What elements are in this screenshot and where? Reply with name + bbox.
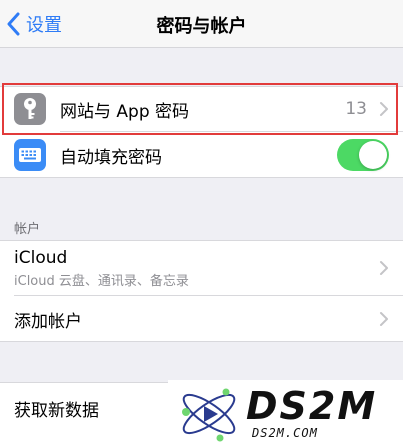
icloud-subtitle: iCloud 云盘、通讯录、备忘录 [14, 273, 189, 289]
autofill-passwords-label: 自动填充密码 [60, 147, 162, 168]
chevron-right-icon [380, 102, 388, 116]
atom-logo-icon [182, 388, 236, 442]
key-icon [14, 93, 46, 125]
autofill-toggle[interactable] [337, 139, 389, 171]
divider [0, 177, 403, 178]
watermark: DS2M DS2M.COM [168, 380, 403, 448]
add-account-row[interactable]: 添加帐户 [0, 296, 403, 342]
toggle-knob [359, 141, 387, 169]
add-account-label: 添加帐户 [14, 311, 82, 332]
autofill-passwords-row: 自动填充密码 [0, 132, 403, 178]
passwords-group: 网站与 App 密码 13 自动填充密码 [0, 86, 403, 178]
website-app-passwords-label: 网站与 App 密码 [60, 101, 190, 122]
watermark-url: DS2M.COM [252, 426, 318, 440]
keyboard-icon [14, 139, 46, 171]
divider [0, 341, 403, 342]
page-title: 密码与帐户 [156, 16, 247, 37]
password-count: 13 [345, 99, 367, 119]
accounts-section-header: 帐户 [14, 222, 41, 237]
accounts-group: iCloud iCloud 云盘、通讯录、备忘录 添加帐户 [0, 240, 403, 342]
icloud-title: iCloud [14, 247, 68, 268]
fetch-new-data-label: 获取新数据 [14, 400, 99, 421]
navigation-bar: 设置 密码与帐户 [0, 0, 403, 48]
watermark-logo-text: DS2M [246, 384, 378, 428]
icloud-account-row[interactable]: iCloud iCloud 云盘、通讯录、备忘录 [0, 240, 403, 296]
website-app-passwords-row[interactable]: 网站与 App 密码 13 [0, 86, 403, 132]
chevron-right-icon [380, 312, 388, 326]
chevron-right-icon [380, 261, 388, 275]
